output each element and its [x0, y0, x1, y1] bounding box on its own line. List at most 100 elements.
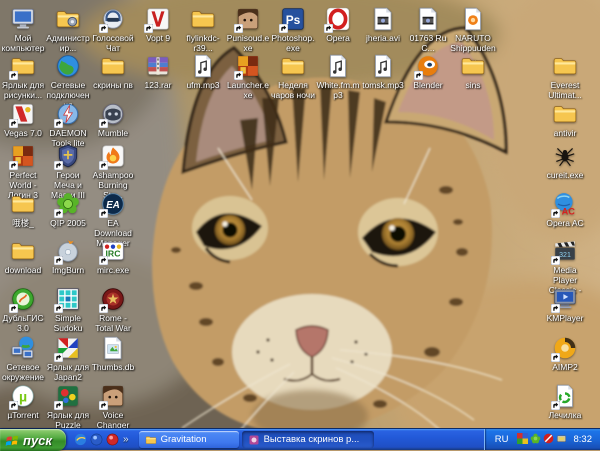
desktop-icon-mumble[interactable]: Mumble: [90, 101, 136, 138]
taskbar-tasks: Gravitation Выставка скринов р...: [133, 429, 484, 450]
antivirus-tray-icon[interactable]: [543, 431, 554, 449]
mumble-icon: [100, 101, 126, 127]
svg-text:AC: AC: [562, 206, 576, 216]
system-tray: RU 8:32: [484, 429, 600, 450]
desktop-icon-vopt-9[interactable]: Vopt 9: [135, 6, 181, 43]
svg-text:µ: µ: [19, 388, 27, 404]
desktop-icon-white-fm-mp3[interactable]: White.fm.mp3: [315, 53, 361, 100]
desktop-icon-setevoe-okruzhenie[interactable]: Сетевое окружение: [0, 335, 46, 382]
desktop-icon-shortcut-pictures[interactable]: Ярлык для рисунки...: [0, 53, 46, 100]
desktop-icon-launcher-exe[interactable]: Launcher.exe: [225, 53, 271, 100]
quick-launch-overflow-chevron[interactable]: »: [123, 434, 129, 445]
desktop-icon-japan2[interactable]: Ярлык для Japan2: [45, 335, 91, 382]
face-icon: [100, 383, 126, 409]
messenger-icon[interactable]: [90, 433, 103, 446]
icon-label: Opera AC: [542, 218, 588, 228]
desktop-icon-qip-2005[interactable]: QIP 2005: [45, 191, 91, 228]
icon-label: 123.rar: [135, 80, 181, 90]
desktop-icon-jheria-avi[interactable]: jheria.avi: [360, 6, 406, 43]
desktop-icon-photoshop-exe[interactable]: PsPhotoshop.exe: [270, 6, 316, 53]
desktop-icon-rar-123[interactable]: 123.rar: [135, 53, 181, 90]
language-indicator[interactable]: RU: [495, 434, 513, 445]
desktop-icon-antivir[interactable]: antivir: [542, 101, 588, 138]
headset-icon: [100, 6, 126, 32]
desktop-icon-my-computer[interactable]: Мой компьютер: [0, 6, 46, 53]
desktop-icon-voice-chat[interactable]: Голосовой Чат: [90, 6, 136, 53]
desktop-icon-tomsk-mp3[interactable]: tomsk.mp3: [360, 53, 406, 90]
desktop-icon-daemon-tools[interactable]: DAEMON Tools lite: [45, 101, 91, 148]
icon-label: KMPlayer: [542, 313, 588, 323]
desktop-icon-everest[interactable]: Everest Ultimat...: [542, 53, 588, 100]
mosaic2-icon: [55, 335, 81, 361]
clock[interactable]: 8:32: [571, 434, 593, 445]
start-button-label: пуск: [23, 433, 52, 448]
icon-label: Photoshop.exe: [270, 33, 316, 53]
desktop-icon-download[interactable]: download: [0, 238, 46, 275]
ps-icon: Ps: [280, 6, 306, 32]
opera-quick-icon[interactable]: [106, 433, 119, 446]
folder-icon: [280, 53, 306, 79]
icon-label: Неделя чаров ночи: [270, 80, 316, 100]
desktop-icon-opera[interactable]: Opera: [315, 6, 361, 43]
internet-explorer-icon[interactable]: [74, 433, 87, 446]
rar-icon: [145, 53, 171, 79]
ea-icon: EA: [100, 191, 126, 217]
desktop-icon-punisoud-exe[interactable]: Punisoud.exe: [225, 6, 271, 53]
desktop-icon-nedelya-charov[interactable]: Неделя чаров ночи: [270, 53, 316, 100]
desktop-icon-aimp2[interactable]: AIMP2: [542, 335, 588, 372]
daemon-icon: [55, 101, 81, 127]
desktop-icon-rome-total-war[interactable]: Rome - Total War: [90, 286, 136, 333]
operaac-icon: AC: [552, 191, 578, 217]
folder-icon: [552, 53, 578, 79]
desktop-icon-vegas-7[interactable]: Vegas 7.0: [0, 101, 46, 138]
desktop-icon-ufm-mp3[interactable]: ufm.mp3: [180, 53, 226, 90]
opera-icon: [325, 6, 351, 32]
desktop-icon-cjk-folder[interactable]: 哦楼_: [0, 191, 46, 228]
desktop-icon-simple-sudoku[interactable]: Simple Sudoku: [45, 286, 91, 333]
icon-label: Launcher.exe: [225, 80, 271, 100]
qip-tray-icon[interactable]: [530, 431, 541, 449]
icon-label: 哦楼_: [0, 218, 46, 228]
folder-icon: [10, 191, 36, 217]
quick-launch: »: [66, 429, 133, 450]
task-button-1[interactable]: Gravitation: [139, 431, 239, 448]
dublgis-icon: [10, 286, 36, 312]
desktop-icon-blender[interactable]: Blender: [405, 53, 451, 90]
folder-icon: [552, 101, 578, 127]
vopt-icon: [145, 6, 171, 32]
start-button[interactable]: пуск: [0, 429, 66, 451]
icon-label: Punisoud.exe: [225, 33, 271, 53]
mosaic3-icon: [55, 383, 81, 409]
icon-label: µTorrent: [0, 410, 46, 420]
folder-icon: [10, 238, 36, 264]
flame-icon: [100, 143, 126, 169]
folder-icon: [460, 53, 486, 79]
icon-label: Mumble: [90, 128, 136, 138]
desktop-icon-flylinkdc[interactable]: flylinkdc-r39...: [180, 6, 226, 53]
task-button-label: Выставка скринов р...: [264, 434, 360, 445]
icon-label: ufm.mp3: [180, 80, 226, 90]
recycle-icon: [552, 383, 578, 409]
desktop-icon-thumbs-db[interactable]: Thumbs.db: [90, 335, 136, 372]
icon-label: AIMP2: [542, 362, 588, 372]
desktop-icon-kmplayer[interactable]: KMPlayer: [542, 286, 588, 323]
desktop-icon-administrir[interactable]: Администрир...: [45, 6, 91, 53]
admin-icon: [55, 6, 81, 32]
icon-label: cureit.exe: [542, 170, 588, 180]
svg-text:321: 321: [559, 252, 571, 259]
desktop-icon-utorrent[interactable]: µ µTorrent: [0, 383, 46, 420]
desktop-icon-opera-ac[interactable]: AC Opera AC: [542, 191, 588, 228]
desktop-icon-skriny-pv[interactable]: скрины пв: [90, 53, 136, 90]
task-button-2[interactable]: Выставка скринов р...: [242, 431, 374, 448]
desktop-icon-lechilka[interactable]: Лечилка: [542, 383, 588, 420]
desktop-icon-cureit-exe[interactable]: cureit.exe: [542, 143, 588, 180]
volume-tray-icon[interactable]: [556, 431, 567, 449]
desktop-icon-mirc-exe[interactable]: IRCmirc.exe: [90, 238, 136, 275]
rome-icon: [100, 286, 126, 312]
desktop-icon-dublgis[interactable]: ДубльГИС 3.0: [0, 286, 46, 333]
desktop-icon-avi-01763[interactable]: 01763 Ru C...: [405, 6, 451, 53]
desktop-icon-imgburn[interactable]: ImgBurn: [45, 238, 91, 275]
desktop-icon-sins[interactable]: sins: [450, 53, 496, 90]
punto-switcher-icon[interactable]: [517, 431, 528, 449]
media-icon: [460, 6, 486, 32]
